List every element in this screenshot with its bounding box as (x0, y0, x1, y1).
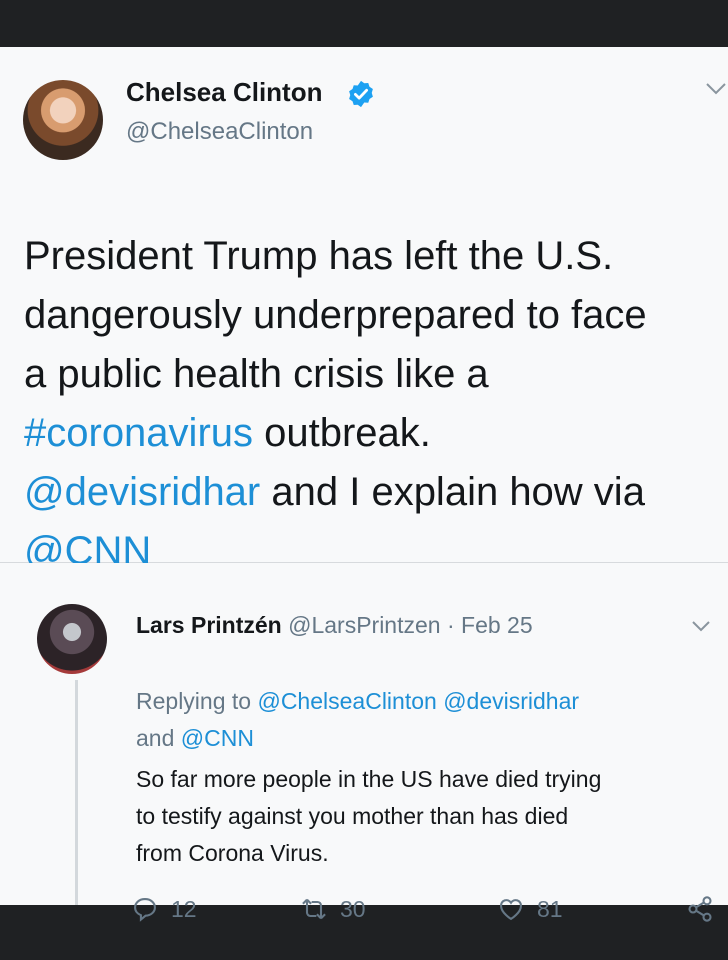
avatar[interactable] (37, 604, 107, 674)
tweet-line: a public health crisis like a (24, 352, 489, 396)
main-tweet[interactable]: Chelsea Clinton @ChelseaClinton Presiden… (0, 47, 728, 573)
hashtag-link[interactable]: #coronavirus (24, 411, 253, 455)
share-icon (688, 896, 712, 922)
reply-count: 12 (171, 895, 197, 922)
mention-link[interactable]: @devisridhar (24, 470, 260, 514)
tweet-line: President Trump has left the U.S. (24, 234, 614, 278)
like-count: 81 (537, 895, 563, 922)
chevron-down-icon[interactable] (704, 79, 728, 97)
reply-text: So far more people in the US have died t… (136, 761, 721, 872)
reply-author-name[interactable]: Lars Printzén (136, 612, 282, 638)
reply-tweet[interactable]: Lars Printzén @LarsPrintzen · Feb 25 Rep… (0, 563, 728, 922)
reply-handle-date[interactable]: @LarsPrintzen · Feb 25 (282, 612, 533, 638)
tweet-line: outbreak. (253, 411, 431, 455)
reply-line: from Corona Virus. (136, 840, 329, 866)
share-button[interactable] (686, 895, 726, 923)
action-bar: 12 30 81 (0, 895, 728, 935)
replying-to: Replying to @ChelseaClinton @devisridhar… (136, 683, 716, 757)
reply-header: Lars Printzén @LarsPrintzen · Feb 25 (136, 612, 533, 639)
avatar[interactable] (23, 80, 103, 160)
retweet-count: 30 (340, 895, 366, 922)
mention-link[interactable]: @devisridhar (443, 688, 579, 714)
author-name[interactable]: Chelsea Clinton (126, 77, 322, 108)
mention-link[interactable]: @ChelseaClinton (257, 688, 436, 714)
tweet-line: dangerously underprepared to face (24, 293, 647, 337)
replying-prefix: Replying to (136, 688, 258, 714)
mention-link[interactable]: @CNN (181, 725, 254, 751)
verified-badge-icon (349, 80, 373, 108)
tweet-text: President Trump has left the U.S. danger… (24, 227, 724, 581)
retweet-icon (302, 898, 326, 920)
chevron-down-icon[interactable] (691, 619, 711, 633)
thread-line (75, 680, 78, 905)
tweet-card: Chelsea Clinton @ChelseaClinton Presiden… (0, 47, 728, 922)
like-button[interactable]: 81 (497, 895, 563, 923)
reply-button[interactable]: 12 (131, 895, 197, 923)
replying-and: and (136, 725, 181, 751)
retweet-button[interactable]: 30 (300, 895, 366, 923)
like-icon (500, 899, 522, 921)
reply-icon (134, 898, 156, 922)
reply-line: to testify against you mother than has d… (136, 803, 569, 829)
reply-line: So far more people in the US have died t… (136, 766, 602, 792)
tweet-line: and I explain how via (260, 470, 645, 514)
author-handle[interactable]: @ChelseaClinton (126, 118, 313, 146)
